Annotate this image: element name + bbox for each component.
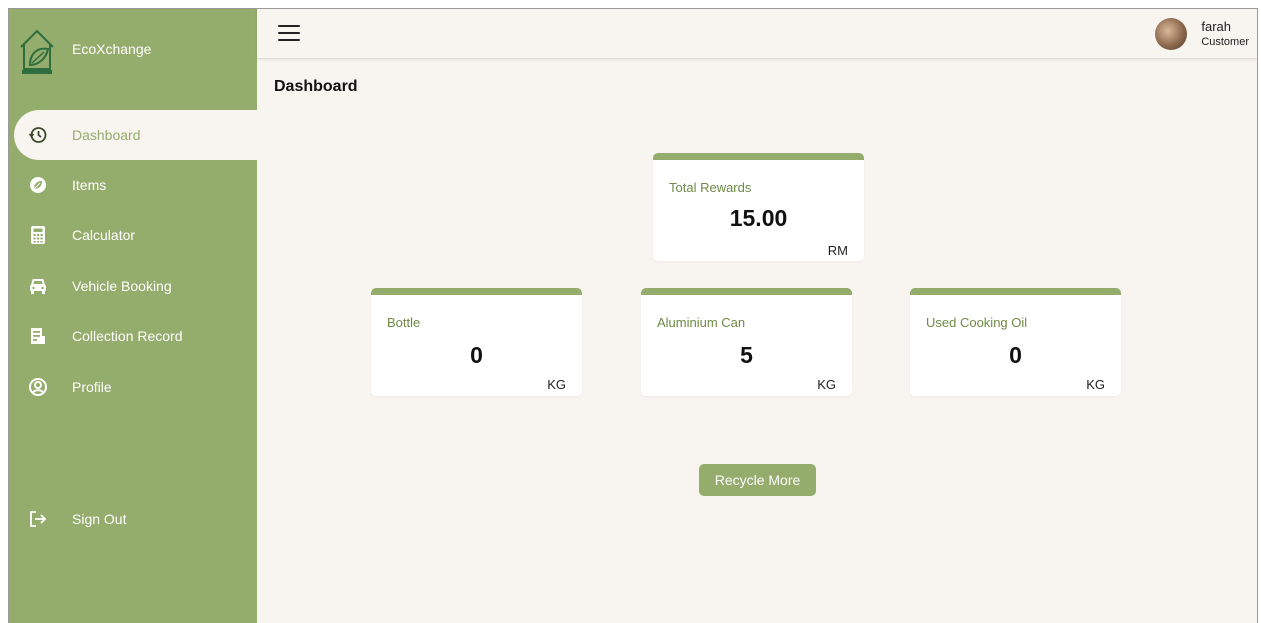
brand: EcoXchange bbox=[9, 9, 257, 109]
app-frame: EcoXchange Dashboard Items Calculator Ve… bbox=[8, 8, 1258, 623]
sidebar-item-label: Items bbox=[72, 177, 107, 193]
avatar[interactable] bbox=[1155, 18, 1187, 50]
sidebar-item-label: Dashboard bbox=[72, 127, 141, 143]
sidebar-item-items[interactable]: Items bbox=[9, 160, 257, 210]
top-bar: farah Customer bbox=[257, 9, 1257, 59]
card-value: 5 bbox=[740, 342, 753, 368]
total-rewards-card: Total Rewards 15.00 RM bbox=[653, 153, 864, 261]
sidebar-item-profile[interactable]: Profile bbox=[9, 362, 257, 412]
total-rewards-value: 15.00 bbox=[729, 205, 788, 231]
sidebar-item-calculator[interactable]: Calculator bbox=[9, 210, 257, 260]
page-title: Dashboard bbox=[274, 78, 358, 95]
sign-out-icon bbox=[27, 508, 49, 530]
brand-name: EcoXchange bbox=[72, 41, 152, 57]
sidebar-item-collection-record[interactable]: Collection Record bbox=[9, 311, 257, 361]
sidebar-item-label: Profile bbox=[72, 379, 112, 395]
card-unit: KG bbox=[547, 377, 566, 392]
profile-icon bbox=[27, 376, 49, 398]
card-unit: KG bbox=[817, 377, 836, 392]
sidebar-item-dashboard[interactable]: Dashboard bbox=[14, 110, 257, 160]
record-icon bbox=[27, 325, 49, 347]
aluminium-can-card: Aluminium Can 5 KG bbox=[641, 288, 852, 396]
recycle-more-button[interactable]: Recycle More bbox=[699, 464, 816, 496]
total-rewards-label: Total Rewards bbox=[669, 180, 752, 195]
sidebar-item-vehicle-booking[interactable]: Vehicle Booking bbox=[9, 261, 257, 311]
leaf-icon bbox=[27, 174, 49, 196]
dashboard-history-icon bbox=[27, 124, 49, 146]
sidebar-item-label: Collection Record bbox=[72, 328, 183, 344]
car-icon bbox=[27, 275, 49, 297]
user-role: Customer bbox=[1201, 36, 1249, 48]
card-label: Used Cooking Oil bbox=[926, 315, 1028, 330]
user-name: farah bbox=[1201, 19, 1231, 34]
menu-toggle-icon[interactable] bbox=[278, 25, 300, 43]
card-label: Aluminium Can bbox=[657, 315, 746, 330]
calculator-icon bbox=[27, 224, 49, 246]
bottle-card: Bottle 0 KG bbox=[371, 288, 582, 396]
used-cooking-oil-card: Used Cooking Oil 0 KG bbox=[910, 288, 1121, 396]
sidebar: EcoXchange Dashboard Items Calculator Ve… bbox=[9, 9, 257, 623]
total-rewards-unit: RM bbox=[827, 243, 848, 258]
card-unit: KG bbox=[1086, 377, 1105, 392]
sidebar-item-label: Vehicle Booking bbox=[72, 278, 172, 294]
ecoxchange-logo-icon bbox=[20, 29, 54, 74]
sign-out-label: Sign Out bbox=[72, 511, 127, 527]
sidebar-item-label: Calculator bbox=[72, 227, 136, 243]
card-label: Bottle bbox=[387, 315, 421, 330]
card-value: 0 bbox=[470, 342, 483, 368]
sign-out-button[interactable]: Sign Out bbox=[9, 494, 257, 544]
card-value: 0 bbox=[1009, 342, 1022, 368]
